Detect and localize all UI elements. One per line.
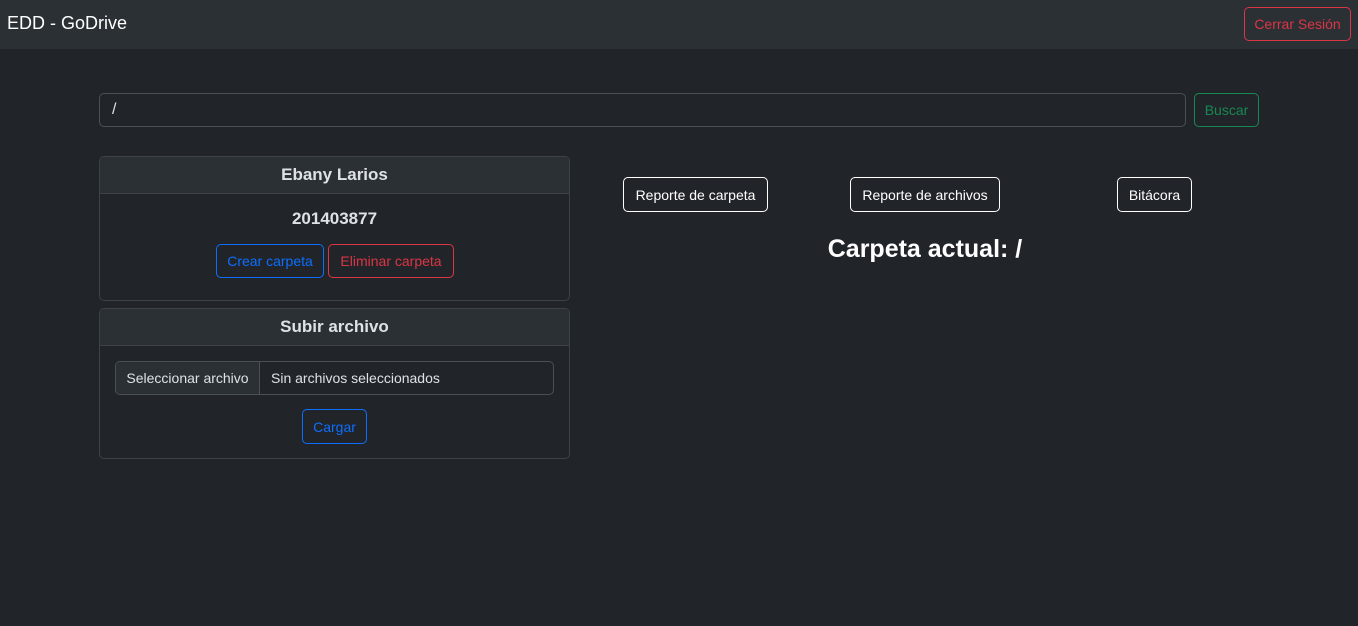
log-button[interactable]: Bitácora: [1117, 177, 1192, 212]
create-folder-button[interactable]: Crear carpeta: [216, 244, 324, 278]
top-navbar: EDD - GoDrive Cerrar Sesión: [0, 0, 1358, 49]
user-name: Ebany Larios: [100, 157, 569, 194]
path-search-value: /: [112, 101, 117, 118]
delete-folder-button[interactable]: Eliminar carpeta: [328, 244, 454, 278]
files-report-button[interactable]: Reporte de archivos: [850, 177, 1000, 212]
folder-report-button[interactable]: Reporte de carpeta: [623, 177, 768, 212]
logout-button[interactable]: Cerrar Sesión: [1244, 7, 1351, 41]
selected-file-label: Sin archivos seleccionados: [271, 370, 440, 386]
path-search-input[interactable]: /: [99, 93, 1186, 127]
upload-card: Subir archivo Seleccionar archivo Sin ar…: [99, 308, 570, 459]
current-folder-heading: Carpeta actual: /: [827, 235, 1023, 263]
select-file-button[interactable]: Seleccionar archivo: [116, 362, 260, 394]
upload-button[interactable]: Cargar: [302, 409, 367, 444]
upload-card-title: Subir archivo: [100, 309, 569, 346]
user-card: Ebany Larios 201403877 Crear carpeta Eli…: [99, 156, 570, 301]
file-input[interactable]: Seleccionar archivo Sin archivos selecci…: [115, 361, 554, 395]
user-id: 201403877: [291, 209, 378, 228]
search-button[interactable]: Buscar: [1194, 93, 1259, 127]
app-brand[interactable]: EDD - GoDrive: [7, 13, 127, 34]
